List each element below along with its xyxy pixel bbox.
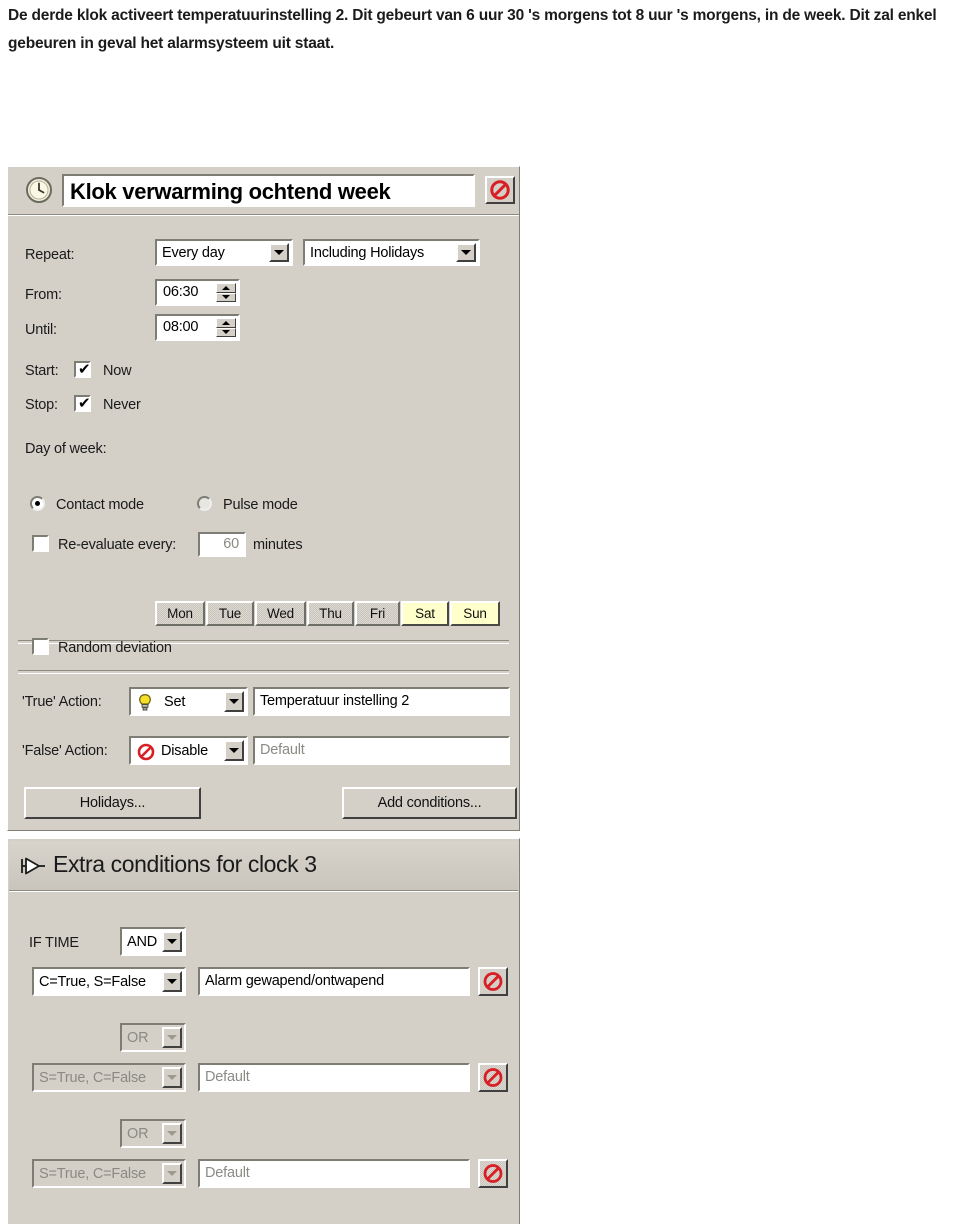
reevaluate-label: Re-evaluate every: bbox=[58, 537, 177, 553]
condition-target-input-1[interactable]: Alarm gewapend/ontwapend bbox=[198, 967, 470, 996]
pulse-mode-label: Pulse mode bbox=[223, 497, 298, 513]
condition-type-value-1: C=True, S=False bbox=[39, 973, 146, 990]
no-entry-icon bbox=[136, 742, 156, 762]
repeat-holidays-value: Including Holidays bbox=[310, 244, 425, 261]
extra-conditions-title: Extra conditions for clock 3 bbox=[53, 851, 317, 877]
condition-type-combo-1[interactable]: C=True, S=False bbox=[32, 967, 186, 996]
divider-actions bbox=[18, 670, 509, 674]
spinner-up-icon[interactable] bbox=[216, 318, 236, 328]
day-button-mon[interactable]: Mon bbox=[155, 601, 205, 626]
true-action-target-input[interactable]: Temperatuur instelling 2 bbox=[253, 687, 510, 716]
condition-type-value-3: S=True, C=False bbox=[39, 1165, 146, 1182]
chevron-down-icon[interactable] bbox=[162, 971, 182, 992]
reevaluate-unit-label: minutes bbox=[253, 537, 303, 553]
clock-settings-panel: Klok verwarming ochtend week Repeat: Eve… bbox=[7, 166, 520, 831]
true-action-label: 'True' Action: bbox=[22, 694, 102, 710]
day-button-tue[interactable]: Tue bbox=[206, 601, 254, 626]
spinner-up-icon[interactable] bbox=[216, 283, 236, 293]
clock-icon bbox=[25, 176, 53, 204]
condition-target-input-3[interactable]: Default bbox=[198, 1159, 470, 1188]
clock-dialog: Klok verwarming ochtend week Repeat: Eve… bbox=[7, 166, 520, 831]
until-time-value: 08:00 bbox=[163, 319, 199, 335]
chevron-down-icon[interactable] bbox=[162, 931, 182, 952]
condition-type-combo-3[interactable]: S=True, C=False bbox=[32, 1159, 186, 1188]
day-of-week-label: Day of week: bbox=[25, 441, 107, 457]
chevron-down-icon[interactable] bbox=[224, 691, 244, 712]
day-button-thu[interactable]: Thu bbox=[307, 601, 354, 626]
repeat-label: Repeat: bbox=[25, 247, 75, 263]
from-time-spinner[interactable]: 06:30 bbox=[155, 279, 240, 306]
reevaluate-minutes-input[interactable]: 60 bbox=[198, 532, 246, 557]
condition-type-combo-2[interactable]: S=True, C=False bbox=[32, 1063, 186, 1092]
condition-delete-button-1[interactable] bbox=[478, 967, 508, 996]
condition-operator-value-1: AND bbox=[127, 933, 158, 950]
from-time-value: 06:30 bbox=[163, 284, 199, 300]
repeat-frequency-combo[interactable]: Every day bbox=[155, 239, 293, 266]
start-now-checkbox[interactable]: ✔ bbox=[74, 361, 91, 378]
from-label: From: bbox=[25, 287, 62, 303]
stop-label: Stop: bbox=[25, 397, 58, 413]
day-button-sat[interactable]: Sat bbox=[401, 601, 449, 626]
condition-target-input-2[interactable]: Default bbox=[198, 1063, 470, 1092]
spinner-down-icon[interactable] bbox=[216, 327, 236, 337]
lightbulb-icon bbox=[136, 693, 154, 713]
if-time-label: IF TIME bbox=[29, 935, 79, 951]
day-button-wed[interactable]: Wed bbox=[255, 601, 306, 626]
document-paragraph: De derde klok activeert temperatuurinste… bbox=[8, 7, 937, 52]
chevron-down-icon[interactable] bbox=[224, 740, 244, 761]
repeat-holidays-combo[interactable]: Including Holidays bbox=[303, 239, 480, 266]
chevron-down-icon[interactable] bbox=[456, 243, 476, 262]
chevron-down-icon[interactable] bbox=[269, 243, 289, 262]
contact-mode-radio[interactable] bbox=[30, 496, 45, 511]
logic-gate-icon bbox=[21, 855, 47, 877]
day-button-fri[interactable]: Fri bbox=[355, 601, 400, 626]
random-deviation-checkbox[interactable] bbox=[32, 638, 49, 655]
until-time-spin-buttons[interactable] bbox=[216, 318, 236, 337]
true-action-value: Set bbox=[164, 693, 186, 710]
condition-operator-combo-2[interactable]: OR bbox=[120, 1023, 186, 1052]
extra-conditions-header: Extra conditions for clock 3 bbox=[9, 841, 518, 892]
add-conditions-button[interactable]: Add conditions... bbox=[342, 787, 517, 819]
reevaluate-checkbox[interactable] bbox=[32, 535, 49, 552]
false-action-value: Disable bbox=[161, 742, 208, 759]
random-deviation-label: Random deviation bbox=[58, 640, 172, 656]
condition-operator-value-2: OR bbox=[127, 1029, 149, 1046]
until-label: Until: bbox=[25, 322, 57, 338]
from-time-spin-buttons[interactable] bbox=[216, 283, 236, 302]
pulse-mode-radio[interactable] bbox=[197, 496, 212, 511]
chevron-down-icon[interactable] bbox=[162, 1123, 182, 1144]
contact-mode-label: Contact mode bbox=[56, 497, 144, 513]
false-action-label: 'False' Action: bbox=[22, 743, 108, 759]
condition-delete-button-2[interactable] bbox=[478, 1063, 508, 1092]
true-action-combo[interactable]: Set bbox=[129, 687, 248, 716]
chevron-down-icon[interactable] bbox=[162, 1027, 182, 1048]
condition-delete-button-3[interactable] bbox=[478, 1159, 508, 1188]
day-button-sun[interactable]: Sun bbox=[450, 601, 500, 626]
false-action-combo[interactable]: Disable bbox=[129, 736, 248, 765]
spinner-down-icon[interactable] bbox=[216, 292, 236, 302]
extra-conditions-panel: Extra conditions for clock 3 IF TIME AND… bbox=[7, 838, 520, 1224]
chevron-down-icon[interactable] bbox=[162, 1163, 182, 1184]
condition-operator-combo-3[interactable]: OR bbox=[120, 1119, 186, 1148]
repeat-frequency-value: Every day bbox=[162, 244, 225, 261]
condition-type-value-2: S=True, C=False bbox=[39, 1069, 146, 1086]
disable-clock-button[interactable] bbox=[485, 176, 515, 204]
clock-name-input[interactable]: Klok verwarming ochtend week bbox=[62, 174, 475, 207]
condition-operator-combo-1[interactable]: AND bbox=[120, 927, 186, 956]
until-time-spinner[interactable]: 08:00 bbox=[155, 314, 240, 341]
start-label: Start: bbox=[25, 363, 59, 379]
false-action-target-input[interactable]: Default bbox=[253, 736, 510, 765]
stop-never-label: Never bbox=[103, 397, 141, 413]
holidays-button[interactable]: Holidays... bbox=[24, 787, 201, 819]
stop-never-checkbox[interactable]: ✔ bbox=[74, 395, 91, 412]
chevron-down-icon[interactable] bbox=[162, 1067, 182, 1088]
dialog-title-row: Klok verwarming ochtend week bbox=[8, 167, 519, 216]
start-now-label: Now bbox=[103, 363, 132, 379]
condition-operator-value-3: OR bbox=[127, 1125, 149, 1142]
